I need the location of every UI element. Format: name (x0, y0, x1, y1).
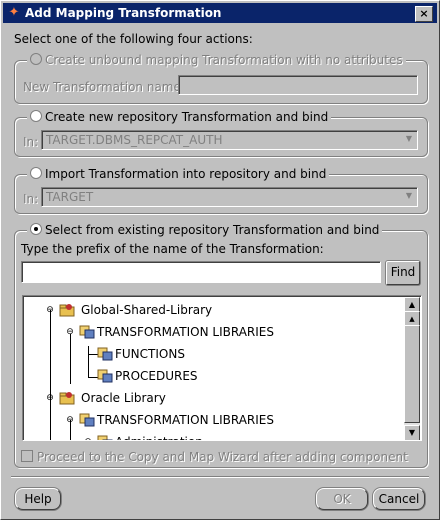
import-label: Import Transformation into repository an… (45, 167, 327, 181)
new-repo-radio[interactable]: Create new repository Transformation and… (27, 110, 332, 124)
chevron-down-icon: ▼ (405, 191, 413, 200)
transformation-tree[interactable]: ⊖ Global-Shared-Library ⊖ TRANSFORMATION… (22, 295, 422, 441)
import-in-label: In: (23, 192, 39, 206)
expanded-icon: ⊖ (46, 305, 54, 315)
proceed-label: Proceed to the Copy and Map Wizard after… (37, 450, 408, 464)
procedures-icon (97, 369, 113, 383)
unbound-label: Create unbound mapping Transformation wi… (45, 53, 403, 67)
transformation-icon (79, 325, 95, 339)
transformation-icon (97, 435, 113, 440)
library-folder-icon (59, 304, 75, 317)
cancel-button[interactable]: Cancel (373, 488, 425, 510)
proceed-checkbox[interactable]: Proceed to the Copy and Map Wizard after… (21, 450, 408, 464)
divider (11, 476, 429, 478)
import-radio[interactable]: Import Transformation into repository an… (27, 167, 330, 181)
new-repo-in-label: In: (23, 135, 39, 149)
unbound-radio[interactable]: Create unbound mapping Transformation wi… (27, 53, 406, 67)
ok-button[interactable]: OK (316, 488, 368, 510)
scroll-down-icon[interactable]: ▼ (404, 425, 420, 440)
import-in-combo[interactable]: TARGET ▼ (41, 187, 418, 207)
functions-icon (97, 347, 113, 361)
window-title: Add Mapping Transformation (25, 6, 222, 20)
expanded-icon: ⊖ (83, 436, 93, 440)
chevron-down-icon: ▼ (405, 134, 413, 143)
transformation-icon (79, 413, 95, 427)
title-bar: ✦ Add Mapping Transformation × (3, 3, 437, 23)
find-button[interactable]: Find (386, 261, 420, 285)
existing-radio[interactable]: Select from existing repository Transfor… (27, 223, 383, 237)
expanded-icon: ⊖ (66, 415, 74, 425)
dialog-window: ✦ Add Mapping Transformation × Select on… (0, 0, 440, 520)
close-button[interactable]: × (415, 6, 433, 22)
existing-label: Select from existing repository Transfor… (45, 223, 380, 237)
help-button[interactable]: Help (15, 488, 61, 510)
checkbox-icon (21, 450, 33, 462)
new-repo-in-combo[interactable]: TARGET.DBMS_REPCAT_AUTH ▼ (41, 130, 418, 150)
expanded-icon: ⊖ (66, 327, 74, 337)
scroll-thumb[interactable] (404, 325, 420, 423)
new-repo-label: Create new repository Transformation and… (45, 110, 329, 124)
expanded-icon: ⊖ (46, 393, 54, 403)
prefix-label: Type the prefix of the name of the Trans… (21, 242, 324, 256)
library-folder-icon (59, 392, 75, 405)
instruction-text: Select one of the following four actions… (14, 32, 253, 46)
new-name-field[interactable] (178, 75, 418, 95)
tree-scrollbar[interactable]: ▲ ▲ ▼ (404, 297, 420, 440)
prefix-input[interactable] (21, 261, 381, 283)
app-icon: ✦ (8, 5, 20, 20)
new-name-label: New Transformation name: (23, 80, 185, 94)
close-icon: × (419, 7, 429, 20)
